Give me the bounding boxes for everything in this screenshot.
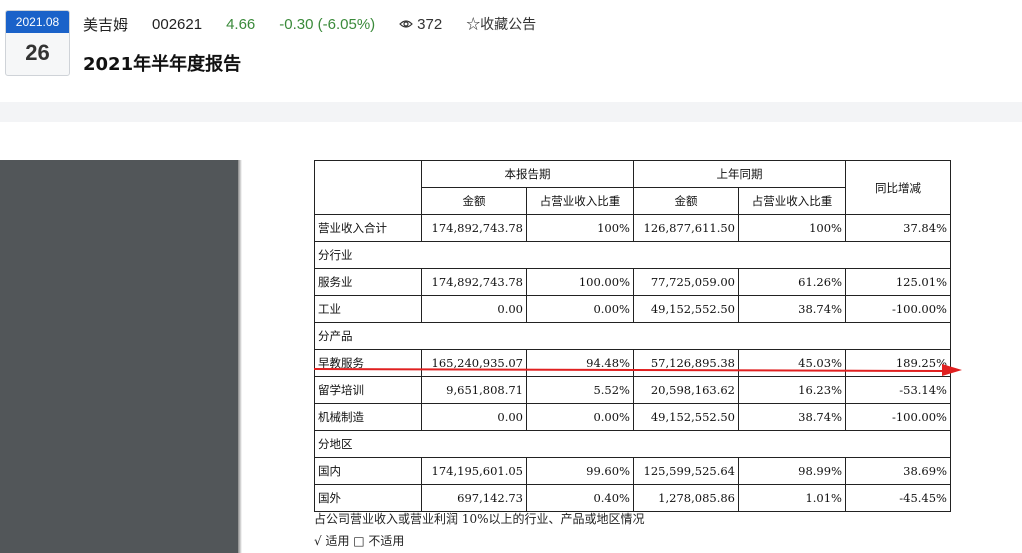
cell-d: 1.01%	[738, 484, 846, 512]
cell-a: 0.00	[421, 295, 527, 323]
cell-c: 125,599,525.64	[633, 457, 739, 485]
table-section-row: 分产品	[314, 322, 951, 350]
viewer-side-panel	[0, 160, 238, 553]
stock-change: -0.30 (-6.05%)	[279, 15, 376, 33]
header-amount: 金额	[633, 187, 739, 215]
section-label: 分行业	[314, 241, 951, 269]
cell-a: 174,892,743.78	[421, 214, 527, 242]
table-section-row: 分地区	[314, 430, 951, 458]
date-year-month: 2021.08	[6, 11, 69, 33]
row-label: 营业收入合计	[314, 214, 422, 242]
cell-e: -53.14%	[845, 376, 951, 404]
cell-e: 38.69%	[845, 457, 951, 485]
divider-band	[0, 102, 1022, 122]
cell-a: 9,651,808.71	[421, 376, 527, 404]
row-label: 工业	[314, 295, 422, 323]
row-label: 国外	[314, 484, 422, 512]
cell-d: 61.26%	[738, 268, 846, 296]
cell-c: 20,598,163.62	[633, 376, 739, 404]
stock-code[interactable]: 002621	[152, 16, 202, 33]
favorite-button[interactable]: ☆收藏公告	[466, 14, 536, 34]
cell-a: 697,142.73	[421, 484, 527, 512]
cell-d: 38.74%	[738, 403, 846, 431]
header-prior-period: 上年同期	[633, 160, 846, 188]
cell-e: -100.00%	[845, 295, 951, 323]
cell-d: 16.23%	[738, 376, 846, 404]
viewer-panel-shadow	[238, 160, 242, 553]
stock-price: 4.66	[226, 15, 256, 33]
header-yoy: 同比增减	[845, 160, 951, 215]
date-day: 26	[25, 40, 50, 65]
revenue-breakdown-table: 本报告期 上年同期 同比增减 金额 占营业收入比重 金额 占营业收入比重 营业收…	[314, 160, 951, 512]
header-amount: 金额	[421, 187, 527, 215]
stock-name[interactable]: 美吉姆	[83, 14, 128, 35]
cell-a: 174,195,601.05	[421, 457, 527, 485]
cell-c: 49,152,552.50	[633, 295, 739, 323]
cell-c: 49,152,552.50	[633, 403, 739, 431]
note-line-2: √ 适用 □ 不适用	[314, 534, 405, 548]
cell-b: 5.52%	[526, 376, 634, 404]
cell-d: 100%	[738, 214, 846, 242]
cell-e: 125.01%	[845, 268, 951, 296]
row-label: 服务业	[314, 268, 422, 296]
cell-d: 38.74%	[738, 295, 846, 323]
cell-e: 37.84%	[845, 214, 951, 242]
cell-e: -45.45%	[845, 484, 951, 512]
cell-b: 99.60%	[526, 457, 634, 485]
cell-c: 77,725,059.00	[633, 268, 739, 296]
note-line-1: 占公司营业收入或营业利润 10%以上的行业、产品或地区情况	[314, 512, 645, 526]
cell-c: 126,877,611.50	[633, 214, 739, 242]
cell-a: 0.00	[421, 403, 527, 431]
cell-b: 0.00%	[526, 295, 634, 323]
table-row: 营业收入合计 174,892,743.78 100% 126,877,611.50 10…	[314, 214, 951, 242]
table-row: 留学培训 9,651,808.71 5.52% 20,598,163.62 16.23%…	[314, 376, 951, 404]
header-current-period: 本报告期	[421, 160, 634, 188]
header-blank-cell	[314, 160, 422, 215]
cell-c: 1,278,085.86	[633, 484, 739, 512]
cell-d: 98.99%	[738, 457, 846, 485]
cell-e: -100.00%	[845, 403, 951, 431]
section-label: 分地区	[314, 430, 951, 458]
date-badge: 2021.08 26	[5, 10, 70, 76]
header-ratio: 占营业收入比重	[526, 187, 634, 215]
header-ratio: 占营业收入比重	[738, 187, 846, 215]
cell-b: 0.40%	[526, 484, 634, 512]
cell-a: 174,892,743.78	[421, 268, 527, 296]
section-label: 分产品	[314, 322, 951, 350]
table-header-row: 本报告期 上年同期 同比增减	[314, 160, 951, 215]
row-label: 国内	[314, 457, 422, 485]
red-arrow-annotation	[314, 364, 962, 376]
table-row: 国外 697,142.73 0.40% 1,278,085.86 1.01% -45.45…	[314, 484, 951, 512]
views-count: 372	[399, 16, 442, 33]
cell-b: 0.00%	[526, 403, 634, 431]
cell-b: 100%	[526, 214, 634, 242]
table-row: 机械制造 0.00 0.00% 49,152,552.50 38.74% -100.00%	[314, 403, 951, 431]
row-label: 留学培训	[314, 376, 422, 404]
table-section-row: 分行业	[314, 241, 951, 269]
stock-meta-bar: 美吉姆 002621 4.66 -0.30 (-6.05%) 372 ☆收藏公告	[83, 14, 536, 34]
table-row: 国内 174,195,601.05 99.60% 125,599,525.64 98.9…	[314, 457, 951, 485]
cell-b: 100.00%	[526, 268, 634, 296]
table-row: 服务业 174,892,743.78 100.00% 77,725,059.00 61.…	[314, 268, 951, 296]
row-label: 机械制造	[314, 403, 422, 431]
table-row: 工业 0.00 0.00% 49,152,552.50 38.74% -100.00%	[314, 295, 951, 323]
eye-icon	[399, 20, 414, 28]
page-title: 2021年半年度报告	[83, 54, 242, 75]
views-value: 372	[417, 15, 443, 33]
